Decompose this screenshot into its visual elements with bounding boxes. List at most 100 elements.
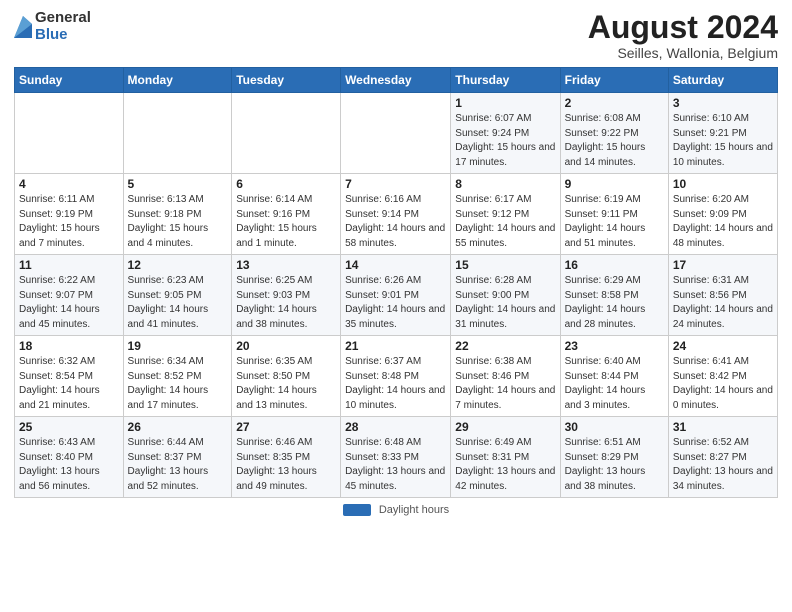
calendar-cell: 18 Sunrise: 6:32 AMSunset: 8:54 PMDayligh… — [15, 336, 124, 417]
day-number: 9 — [565, 177, 664, 191]
calendar-cell: 26 Sunrise: 6:44 AMSunset: 8:37 PMDayligh… — [123, 417, 232, 498]
day-number: 30 — [565, 420, 664, 434]
calendar-cell: 3 Sunrise: 6:10 AMSunset: 9:21 PMDaylight… — [668, 93, 777, 174]
day-info: Sunrise: 6:44 AMSunset: 8:37 PMDaylight:… — [128, 436, 228, 494]
logo-blue-text: Blue — [35, 27, 91, 44]
day-number: 12 — [128, 258, 228, 272]
calendar-cell: 29 Sunrise: 6:49 AMSunset: 8:31 PMDayligh… — [451, 417, 560, 498]
calendar-cell: 8 Sunrise: 6:17 AMSunset: 9:12 PMDaylight… — [451, 174, 560, 255]
calendar-cell: 6 Sunrise: 6:14 AMSunset: 9:16 PMDaylight… — [232, 174, 341, 255]
day-number: 4 — [19, 177, 119, 191]
day-number: 25 — [19, 420, 119, 434]
day-info: Sunrise: 6:22 AMSunset: 9:07 PMDaylight:… — [19, 274, 119, 332]
day-number: 7 — [345, 177, 446, 191]
calendar-cell — [15, 93, 124, 174]
day-number: 24 — [673, 339, 773, 353]
day-number: 5 — [128, 177, 228, 191]
calendar-cell: 4 Sunrise: 6:11 AMSunset: 9:19 PMDaylight… — [15, 174, 124, 255]
day-header-sunday: Sunday — [15, 68, 124, 93]
day-info: Sunrise: 6:23 AMSunset: 9:05 PMDaylight:… — [128, 274, 228, 332]
day-number: 20 — [236, 339, 336, 353]
day-info: Sunrise: 6:35 AMSunset: 8:50 PMDaylight:… — [236, 355, 336, 413]
day-info: Sunrise: 6:10 AMSunset: 9:21 PMDaylight:… — [673, 112, 773, 170]
day-number: 1 — [455, 96, 555, 110]
day-info: Sunrise: 6:48 AMSunset: 8:33 PMDaylight:… — [345, 436, 446, 494]
day-info: Sunrise: 6:29 AMSunset: 8:58 PMDaylight:… — [565, 274, 664, 332]
day-number: 28 — [345, 420, 446, 434]
day-info: Sunrise: 6:11 AMSunset: 9:19 PMDaylight:… — [19, 193, 119, 251]
day-info: Sunrise: 6:26 AMSunset: 9:01 PMDaylight:… — [345, 274, 446, 332]
calendar: SundayMondayTuesdayWednesdayThursdayFrid… — [14, 67, 778, 498]
day-info: Sunrise: 6:37 AMSunset: 8:48 PMDaylight:… — [345, 355, 446, 413]
day-header-wednesday: Wednesday — [341, 68, 451, 93]
day-info: Sunrise: 6:52 AMSunset: 8:27 PMDaylight:… — [673, 436, 773, 494]
day-info: Sunrise: 6:40 AMSunset: 8:44 PMDaylight:… — [565, 355, 664, 413]
calendar-cell: 13Sunrise: 6:25 AMSunset: 9:03 PMDayligh… — [232, 255, 341, 336]
day-number: 26 — [128, 420, 228, 434]
day-info: Sunrise: 6:08 AMSunset: 9:22 PMDaylight:… — [565, 112, 664, 170]
calendar-cell: 27Sunrise: 6:46 AMSunset: 8:35 PMDayligh… — [232, 417, 341, 498]
calendar-cell: 31Sunrise: 6:52 AMSunset: 8:27 PMDayligh… — [668, 417, 777, 498]
day-number: 22 — [455, 339, 555, 353]
day-number: 18 — [19, 339, 119, 353]
day-number: 17 — [673, 258, 773, 272]
calendar-cell — [341, 93, 451, 174]
day-number: 3 — [673, 96, 773, 110]
calendar-cell: 23Sunrise: 6:40 AMSunset: 8:44 PMDayligh… — [560, 336, 668, 417]
week-row-4: 18 Sunrise: 6:32 AMSunset: 8:54 PMDayligh… — [15, 336, 778, 417]
day-number: 29 — [455, 420, 555, 434]
day-number: 2 — [565, 96, 664, 110]
day-info: Sunrise: 6:17 AMSunset: 9:12 PMDaylight:… — [455, 193, 555, 251]
calendar-cell: 17 Sunrise: 6:31 AMSunset: 8:56 PMDayligh… — [668, 255, 777, 336]
calendar-cell: 11Sunrise: 6:22 AMSunset: 9:07 PMDayligh… — [15, 255, 124, 336]
calendar-cell: 20 Sunrise: 6:35 AMSunset: 8:50 PMDayligh… — [232, 336, 341, 417]
calendar-cell: 16Sunrise: 6:29 AMSunset: 8:58 PMDayligh… — [560, 255, 668, 336]
page: General Blue August 2024 Seilles, Wallon… — [0, 0, 792, 612]
main-title: August 2024 — [588, 10, 778, 45]
calendar-cell — [232, 93, 341, 174]
calendar-cell: 5Sunrise: 6:13 AMSunset: 9:18 PMDaylight… — [123, 174, 232, 255]
day-info: Sunrise: 6:31 AMSunset: 8:56 PMDaylight:… — [673, 274, 773, 332]
day-header-saturday: Saturday — [668, 68, 777, 93]
day-number: 19 — [128, 339, 228, 353]
calendar-cell: 21Sunrise: 6:37 AMSunset: 8:48 PMDayligh… — [341, 336, 451, 417]
calendar-cell: 14 Sunrise: 6:26 AMSunset: 9:01 PMDayligh… — [341, 255, 451, 336]
calendar-cell: 1Sunrise: 6:07 AMSunset: 9:24 PMDaylight… — [451, 93, 560, 174]
logo-icon — [14, 16, 32, 38]
logo-text: General Blue — [35, 10, 91, 43]
day-info: Sunrise: 6:16 AMSunset: 9:14 PMDaylight:… — [345, 193, 446, 251]
day-header-thursday: Thursday — [451, 68, 560, 93]
day-header-tuesday: Tuesday — [232, 68, 341, 93]
logo-general-text: General — [35, 10, 91, 27]
day-number: 14 — [345, 258, 446, 272]
footer: Daylight hours — [14, 504, 778, 516]
daylight-swatch — [343, 504, 371, 516]
day-number: 27 — [236, 420, 336, 434]
calendar-cell: 9 Sunrise: 6:19 AMSunset: 9:11 PMDaylight… — [560, 174, 668, 255]
day-info: Sunrise: 6:34 AMSunset: 8:52 PMDaylight:… — [128, 355, 228, 413]
day-header-friday: Friday — [560, 68, 668, 93]
day-number: 6 — [236, 177, 336, 191]
day-header-monday: Monday — [123, 68, 232, 93]
daylight-label: Daylight hours — [379, 504, 449, 516]
calendar-body: 1Sunrise: 6:07 AMSunset: 9:24 PMDaylight… — [15, 93, 778, 498]
day-info: Sunrise: 6:14 AMSunset: 9:16 PMDaylight:… — [236, 193, 336, 251]
calendar-cell: 28 Sunrise: 6:48 AMSunset: 8:33 PMDayligh… — [341, 417, 451, 498]
title-block: August 2024 Seilles, Wallonia, Belgium — [588, 10, 778, 61]
day-info: Sunrise: 6:41 AMSunset: 8:42 PMDaylight:… — [673, 355, 773, 413]
day-info: Sunrise: 6:32 AMSunset: 8:54 PMDaylight:… — [19, 355, 119, 413]
day-info: Sunrise: 6:19 AMSunset: 9:11 PMDaylight:… — [565, 193, 664, 251]
calendar-header: SundayMondayTuesdayWednesdayThursdayFrid… — [15, 68, 778, 93]
day-info: Sunrise: 6:49 AMSunset: 8:31 PMDaylight:… — [455, 436, 555, 494]
week-row-1: 1Sunrise: 6:07 AMSunset: 9:24 PMDaylight… — [15, 93, 778, 174]
header: General Blue August 2024 Seilles, Wallon… — [14, 10, 778, 61]
calendar-cell: 19 Sunrise: 6:34 AMSunset: 8:52 PMDayligh… — [123, 336, 232, 417]
day-number: 10 — [673, 177, 773, 191]
day-number: 8 — [455, 177, 555, 191]
calendar-cell: 15Sunrise: 6:28 AMSunset: 9:00 PMDayligh… — [451, 255, 560, 336]
calendar-cell: 10Sunrise: 6:20 AMSunset: 9:09 PMDayligh… — [668, 174, 777, 255]
week-row-2: 4 Sunrise: 6:11 AMSunset: 9:19 PMDaylight… — [15, 174, 778, 255]
calendar-cell — [123, 93, 232, 174]
day-info: Sunrise: 6:51 AMSunset: 8:29 PMDaylight:… — [565, 436, 664, 494]
calendar-cell: 25Sunrise: 6:43 AMSunset: 8:40 PMDayligh… — [15, 417, 124, 498]
